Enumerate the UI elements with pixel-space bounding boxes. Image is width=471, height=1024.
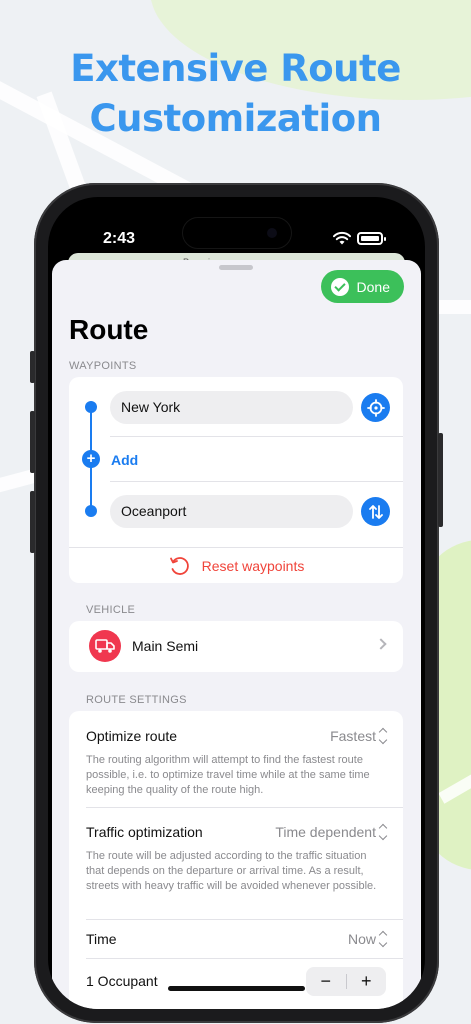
optimize-route-label: Optimize route [86,728,178,744]
optimize-route-picker[interactable]: Fastest [330,727,388,745]
time-picker[interactable]: Now [347,930,388,948]
waypoint-connector [90,407,92,453]
wifi-icon [333,231,351,245]
promo-headline: Extensive Route Customization [0,44,471,144]
add-waypoint-button[interactable]: Add [111,452,138,468]
row-divider [86,958,403,959]
optimize-route-description: The routing algorithm will attempt to fi… [86,754,370,796]
occupants-label: 1 Occupant [86,973,158,989]
phone-frame: 2:43 Passaic Done Route WAYPOINTS [30,183,443,1023]
traffic-optimization-picker[interactable]: Time dependent [275,823,388,841]
waypoints-section-label: WAYPOINTS [69,360,137,372]
waypoints-card: New York + Add Oceanport Reset waypoints [69,377,403,583]
row-divider [110,436,403,437]
headline-line-1: Extensive Route [70,47,401,90]
phone-side-button [30,491,35,553]
row-divider [86,919,403,920]
route-settings-card: Optimize route Fastest The routing algor… [69,711,403,1009]
chevron-up-down-icon [378,823,388,841]
row-divider [110,481,403,482]
route-settings-section-label: ROUTE SETTINGS [86,694,187,706]
start-waypoint-field[interactable]: New York [110,391,353,424]
chevron-right-icon [375,638,387,650]
waypoint-dot [85,401,97,413]
end-waypoint-field[interactable]: Oceanport [110,495,353,528]
reset-icon [169,557,189,575]
occupants-stepper[interactable]: − + [306,967,386,996]
headline-line-2: Customization [89,97,383,140]
checkmark-icon [330,277,349,296]
vehicle-name: Main Semi [132,638,199,654]
home-indicator[interactable] [168,986,305,991]
traffic-optimization-value: Time dependent [275,824,376,840]
vehicle-section-label: VEHICLE [86,604,136,616]
swap-arrows-icon [368,504,383,519]
locate-button[interactable] [361,393,390,422]
phone-power-button [438,433,443,527]
waypoint-dot [85,505,97,517]
increment-button[interactable]: + [347,967,387,996]
decrement-button[interactable]: − [306,967,346,996]
phone-side-button [30,351,35,383]
route-sheet: Done Route WAYPOINTS New York + Add Ocea… [52,260,421,1009]
add-waypoint-icon[interactable]: + [82,450,100,468]
chevron-up-down-icon [378,930,388,948]
battery-icon [357,231,386,245]
status-time: 2:43 [103,230,136,247]
done-button[interactable]: Done [320,270,404,303]
time-label: Time [86,931,117,947]
phone-screen: 2:43 Passaic Done Route WAYPOINTS [48,197,425,1009]
time-value: Now [347,931,376,947]
truck-icon [89,630,121,662]
done-label: Done [356,278,390,295]
row-divider [69,547,403,548]
swap-waypoints-button[interactable] [361,497,390,526]
sheet-grabber[interactable] [219,265,253,270]
camera-icon [267,228,277,238]
page-title: Route [69,314,149,345]
crosshair-icon [366,398,385,417]
status-icons [333,231,386,245]
dynamic-island [182,217,292,249]
optimize-route-value: Fastest [330,728,376,744]
traffic-optimization-label: Traffic optimization [86,824,203,840]
traffic-optimization-description: The route will be adjusted according to … [86,850,377,892]
chevron-up-down-icon [378,727,388,745]
vehicle-row[interactable]: Main Semi [69,621,403,672]
reset-waypoints-button[interactable]: Reset waypoints [69,555,403,577]
phone-side-button [30,411,35,473]
reset-waypoints-label: Reset waypoints [201,558,305,574]
row-divider [86,807,403,808]
